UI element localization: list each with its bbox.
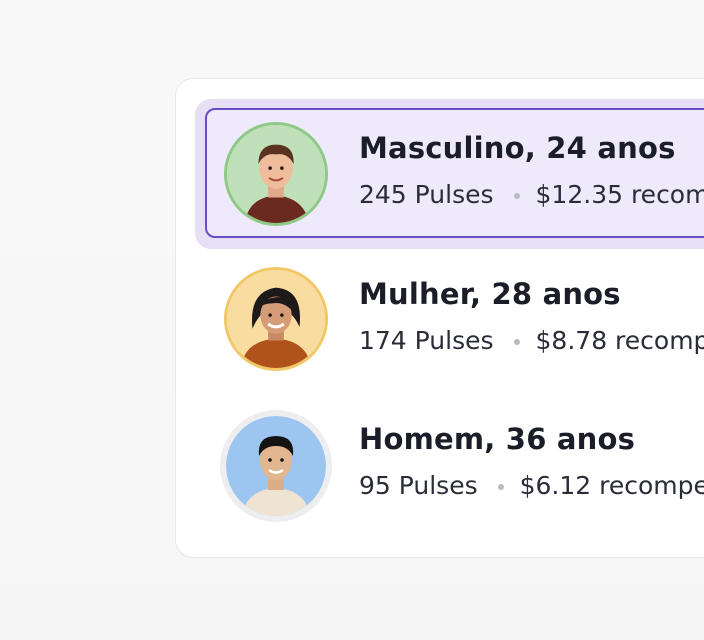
respondent-name: Masculino, 24 anos bbox=[359, 131, 676, 165]
respondent-meta: 174 Pulses $8.78 recompensa bbox=[359, 326, 704, 355]
respondent-name: Mulher, 28 anos bbox=[359, 277, 621, 311]
respondent-row-3[interactable]: Homem, 36 anos 95 Pulses $6.12 recompensa bbox=[176, 370, 704, 522]
respondent-row-2[interactable]: Mulher, 28 anos 174 Pulses $8.78 recompen… bbox=[176, 225, 704, 371]
respondent-row-1[interactable]: Masculino, 24 anos 245 Pulses $12.35 reco… bbox=[176, 79, 704, 249]
separator-dot bbox=[497, 484, 504, 490]
pulses-count: 95 Pulses bbox=[359, 471, 478, 500]
pulses-count: 174 Pulses bbox=[359, 326, 494, 355]
stage: Masculino, 24 anos 245 Pulses $12.35 reco… bbox=[0, 0, 704, 640]
reward-amount: $6.12 recompensa bbox=[519, 471, 704, 500]
respondent-meta: 245 Pulses $12.35 recompensa bbox=[359, 180, 704, 209]
avatar-icon bbox=[224, 122, 328, 226]
respondent-name: Homem, 36 anos bbox=[359, 422, 636, 456]
reward-amount: $8.78 recompensa bbox=[535, 326, 704, 355]
pulses-count: 245 Pulses bbox=[359, 180, 494, 209]
separator-dot bbox=[513, 339, 520, 345]
avatar-icon bbox=[224, 267, 328, 371]
respondent-list-card: Masculino, 24 anos 245 Pulses $12.35 reco… bbox=[175, 78, 704, 558]
reward-amount: $12.35 recompensa bbox=[535, 180, 704, 209]
respondent-meta: 95 Pulses $6.12 recompensa bbox=[359, 471, 704, 500]
avatar-icon bbox=[220, 410, 332, 522]
separator-dot bbox=[513, 193, 520, 199]
